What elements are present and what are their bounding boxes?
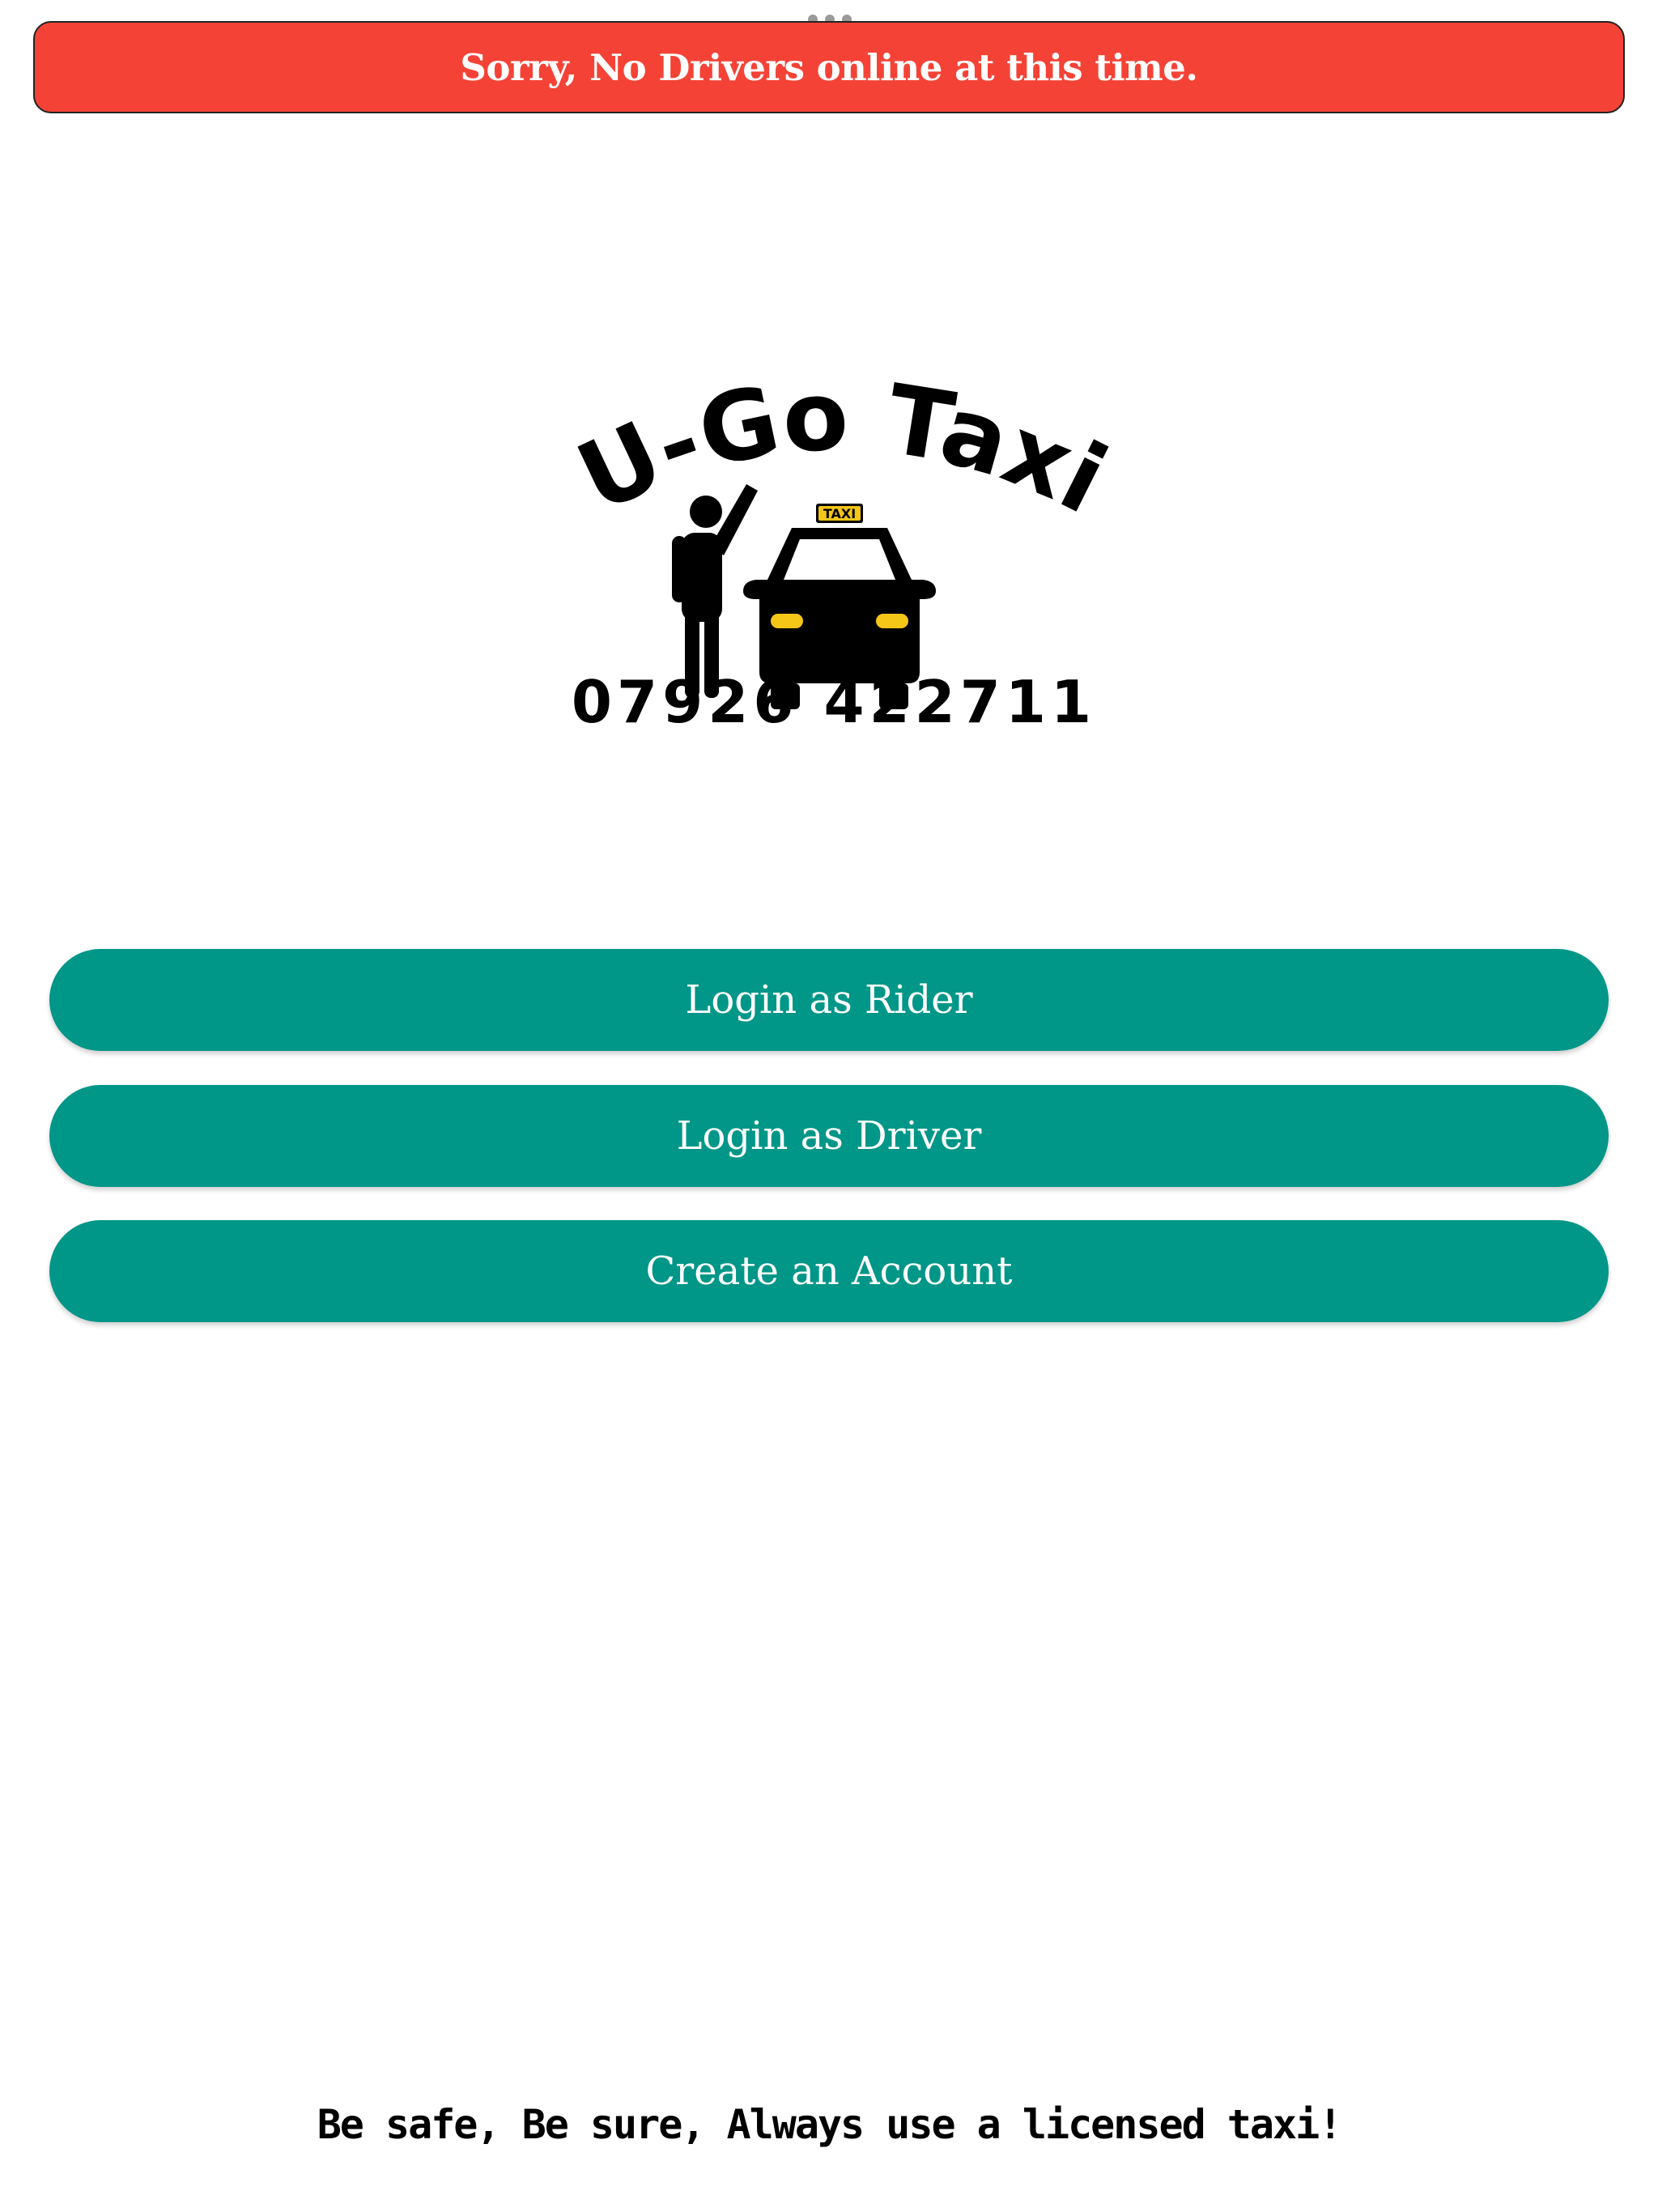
login-as-driver-button[interactable]: Login as Driver (49, 1085, 1609, 1187)
logo-phone-number: 07926 422711 (572, 668, 1096, 736)
no-drivers-alert-banner: Sorry, No Drivers online at this time. (33, 21, 1625, 113)
taxi-sign-label: TAXI (823, 506, 856, 521)
alert-message: Sorry, No Drivers online at this time. (460, 45, 1198, 89)
app-logo: U-Go Taxi TAXI 07926 422711 (534, 372, 1133, 745)
footer-slogan: Be safe, Be sure, Always use a licensed … (317, 2101, 1343, 2148)
create-account-button[interactable]: Create an Account (49, 1220, 1609, 1322)
login-as-rider-button[interactable]: Login as Rider (49, 949, 1609, 1051)
